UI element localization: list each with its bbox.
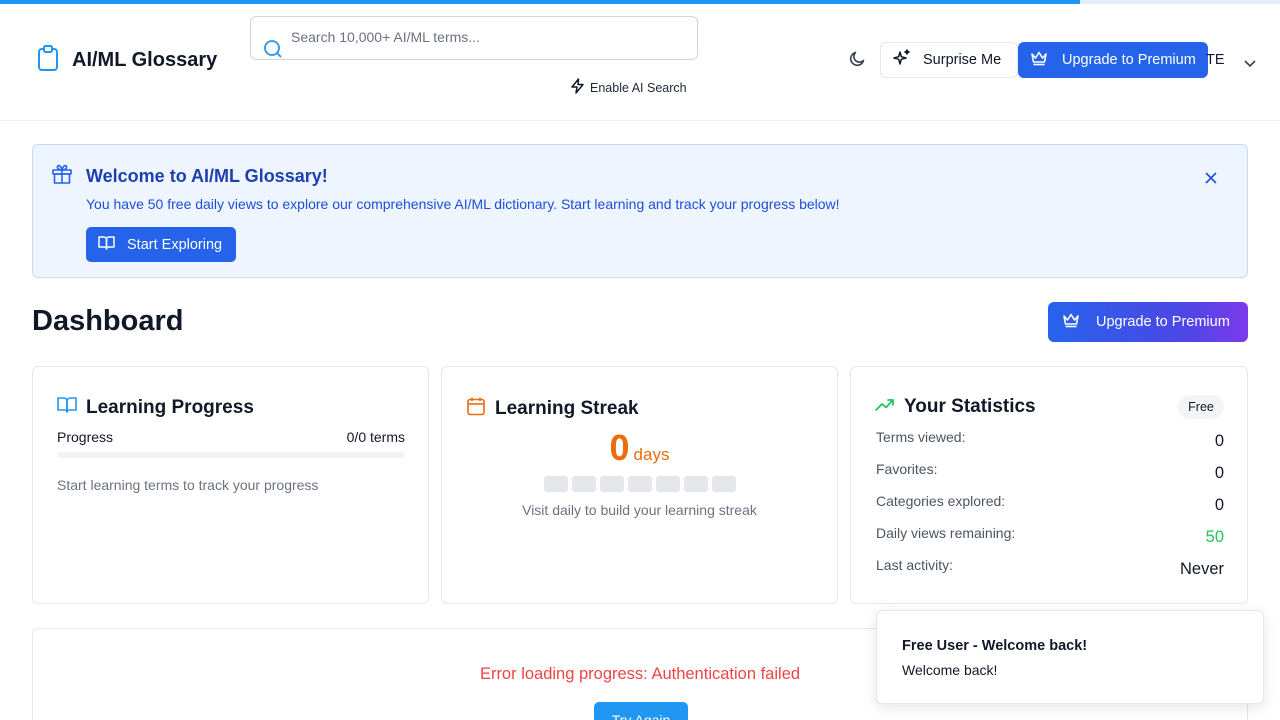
stat-label: Terms viewed: xyxy=(876,429,966,445)
streak-note: Visit daily to build your learning strea… xyxy=(522,502,757,518)
toast-message: Welcome back! xyxy=(902,662,998,678)
statistics-list: Terms viewed: 0 Favorites: 0 Categories … xyxy=(876,429,1224,589)
book-open-icon xyxy=(57,396,77,420)
book-icon xyxy=(98,235,115,254)
try-again-button[interactable]: Try Again xyxy=(594,702,688,720)
learning-progress-card: Learning Progress Progress 0/0 terms Sta… xyxy=(32,366,429,604)
learning-streak-header: Learning Streak xyxy=(466,396,639,422)
stat-value: Never xyxy=(1179,560,1224,578)
streak-days-count: 0 xyxy=(609,427,630,468)
stat-value: 0 xyxy=(1214,496,1224,514)
toast-title: Free User - Welcome back! xyxy=(902,638,1088,654)
stat-label: Daily views remaining: xyxy=(876,525,1016,541)
start-exploring-button[interactable]: Start Exploring xyxy=(86,227,236,262)
stat-label: Categories explored: xyxy=(876,493,1006,509)
streak-day-cell xyxy=(712,476,736,492)
clipboard-icon xyxy=(36,44,60,77)
toast-notification[interactable]: Free User - Welcome back! Welcome back! xyxy=(876,610,1264,704)
start-exploring-label: Start Exploring xyxy=(127,236,223,253)
crown-icon xyxy=(1062,312,1080,332)
streak-day-cell xyxy=(572,476,596,492)
statistics-title: Your Statistics xyxy=(904,396,1036,417)
streak-count: 0 days xyxy=(442,427,837,469)
sparkles-icon xyxy=(893,49,911,71)
calendar-icon xyxy=(466,396,486,422)
search-input[interactable] xyxy=(291,23,681,51)
progress-bar xyxy=(57,452,405,458)
app-logo[interactable]: AI/ML Glossary xyxy=(36,44,217,77)
streak-day-cell xyxy=(656,476,680,492)
welcome-description: You have 50 free daily views to explore … xyxy=(86,196,840,212)
enable-ai-search-label: Enable AI Search xyxy=(590,80,687,95)
gift-icon xyxy=(51,163,73,190)
header-upgrade-button[interactable]: Upgrade to Premium xyxy=(1018,42,1208,78)
streak-day-cell xyxy=(544,476,568,492)
chevron-down-icon[interactable] xyxy=(1243,55,1257,73)
app-header: AI/ML Glossary Enable AI Search Su xyxy=(0,4,1280,121)
stat-value: 50 xyxy=(1205,528,1224,546)
search-icon xyxy=(263,39,283,64)
welcome-title: Welcome to AI/ML Glossary! xyxy=(86,166,328,186)
progress-value: 0/0 terms xyxy=(346,429,405,445)
stat-row-categories-explored: Categories explored: 0 xyxy=(876,493,1224,525)
progress-note: Start learning terms to track your progr… xyxy=(57,477,319,493)
learning-progress-header: Learning Progress xyxy=(57,396,254,420)
page-title: Dashboard xyxy=(32,305,184,337)
header-upgrade-label: Upgrade to Premium xyxy=(1062,52,1196,68)
progress-row: Progress 0/0 terms xyxy=(57,429,405,445)
plan-badge: Free xyxy=(1178,395,1224,419)
stat-value: 0 xyxy=(1214,464,1224,482)
streak-day-cells xyxy=(544,476,736,492)
enable-ai-search-button[interactable]: Enable AI Search xyxy=(570,78,687,97)
streak-day-cell xyxy=(684,476,708,492)
dashboard-upgrade-button[interactable]: Upgrade to Premium xyxy=(1048,302,1248,342)
stat-label: Last activity: xyxy=(876,557,954,573)
stat-row-daily-views-remaining: Daily views remaining: 50 xyxy=(876,525,1224,557)
streak-day-cell xyxy=(600,476,624,492)
moon-icon[interactable] xyxy=(848,50,866,73)
surprise-me-label: Surprise Me xyxy=(923,52,1002,68)
surprise-me-button[interactable]: Surprise Me xyxy=(880,42,1018,78)
learning-streak-card: Learning Streak 0 days Visit daily to bui… xyxy=(441,366,838,604)
stat-value: 0 xyxy=(1214,432,1224,450)
statistics-header: Your Statistics xyxy=(875,396,1036,418)
streak-day-cell xyxy=(628,476,652,492)
close-icon[interactable] xyxy=(1205,171,1217,189)
learning-streak-title: Learning Streak xyxy=(495,398,639,419)
trending-up-icon xyxy=(875,396,895,418)
progress-label: Progress xyxy=(57,429,114,445)
statistics-card: Your Statistics Free Terms viewed: 0 Fav… xyxy=(850,366,1248,604)
lightning-icon xyxy=(570,78,585,97)
crown-icon xyxy=(1030,50,1048,70)
stat-row-favorites: Favorites: 0 xyxy=(876,461,1224,493)
user-initials[interactable]: TE xyxy=(1206,52,1225,68)
streak-days-unit: days xyxy=(633,445,670,464)
welcome-banner: Welcome to AI/ML Glossary! You have 50 f… xyxy=(32,144,1248,278)
stat-row-last-activity: Last activity: Never xyxy=(876,557,1224,589)
learning-progress-title: Learning Progress xyxy=(86,397,254,418)
search-box[interactable] xyxy=(250,16,698,60)
dashboard-upgrade-label: Upgrade to Premium xyxy=(1096,314,1230,330)
stat-label: Favorites: xyxy=(876,461,938,477)
app-title: AI/ML Glossary xyxy=(72,49,218,71)
stat-row-terms-viewed: Terms viewed: 0 xyxy=(876,429,1224,461)
